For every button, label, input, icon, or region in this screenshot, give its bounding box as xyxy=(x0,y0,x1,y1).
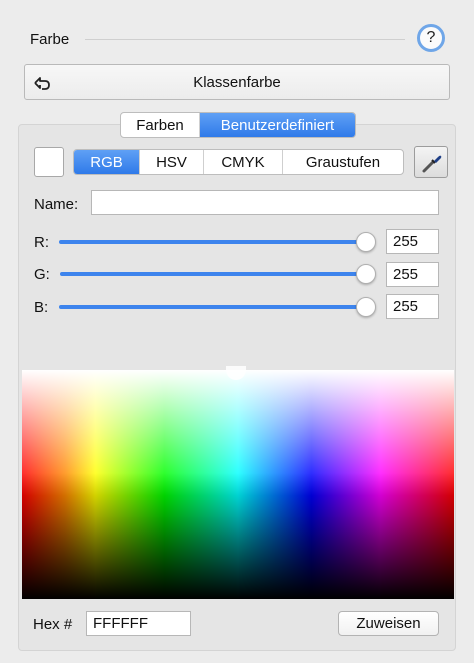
help-button[interactable]: ? xyxy=(417,24,445,52)
hex-input[interactable] xyxy=(86,611,191,636)
red-value-field[interactable] xyxy=(386,229,439,254)
red-slider-knob[interactable] xyxy=(356,232,376,252)
help-icon: ? xyxy=(426,29,436,46)
tab-benutzerdefiniert[interactable]: Benutzerdefiniert xyxy=(200,113,355,137)
hex-label: Hex # xyxy=(33,616,73,633)
color-mode-selector: RGB HSV CMYK Graustufen xyxy=(73,149,404,175)
red-slider-track[interactable] xyxy=(59,240,366,244)
mode-cmyk[interactable]: CMYK xyxy=(204,150,283,174)
eyedropper-button[interactable] xyxy=(414,146,448,178)
current-color-well[interactable] xyxy=(34,147,64,177)
blue-slider-track[interactable] xyxy=(59,305,366,309)
class-color-label: Klassenfarbe xyxy=(193,74,281,91)
red-label: R: xyxy=(34,234,49,251)
eyedropper-icon xyxy=(422,155,442,173)
mode-rgb[interactable]: RGB xyxy=(74,150,140,174)
blue-label: B: xyxy=(34,299,49,316)
green-slider-track[interactable] xyxy=(60,272,366,276)
green-label: G: xyxy=(34,266,50,283)
picker-tabs: Farben Benutzerdefiniert xyxy=(120,112,356,138)
color-spectrum[interactable] xyxy=(22,370,454,599)
name-label: Name: xyxy=(34,196,79,213)
class-color-button[interactable]: Klassenfarbe xyxy=(24,64,450,100)
header-divider xyxy=(85,39,405,40)
mode-hsv[interactable]: HSV xyxy=(140,150,204,174)
mode-graustufen[interactable]: Graustufen xyxy=(283,150,403,174)
blue-value-field[interactable] xyxy=(386,294,439,319)
green-value-field[interactable] xyxy=(386,262,439,287)
green-slider-knob[interactable] xyxy=(356,264,376,284)
blue-slider-knob[interactable] xyxy=(356,297,376,317)
name-input[interactable] xyxy=(91,190,439,215)
assign-button[interactable]: Zuweisen xyxy=(338,611,439,636)
tab-farben[interactable]: Farben xyxy=(121,113,200,137)
section-title: Farbe xyxy=(30,31,70,48)
